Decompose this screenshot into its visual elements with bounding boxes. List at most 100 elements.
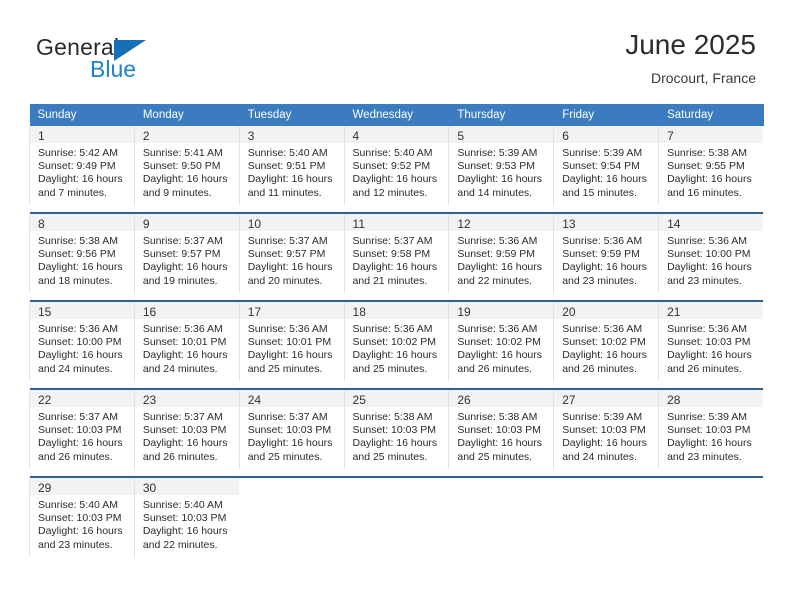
day-number: 29 [30,478,134,495]
day-cell[interactable]: 23 Sunrise: 5:37 AM Sunset: 10:03 PM Day… [133,390,240,469]
daylight-text-line2: and 26 minutes. [562,362,637,375]
day-number: 23 [134,390,239,407]
sunrise-text: Sunrise: 5:39 AM [457,147,538,159]
day-number: 2 [134,126,239,143]
day-number: 3 [239,126,344,143]
day-number: 14 [659,214,764,231]
day-details: Sunrise: 5:36 AM Sunset: 9:59 PM Dayligh… [554,231,658,293]
day-cell[interactable]: 18 Sunrise: 5:36 AM Sunset: 10:02 PM Day… [343,302,449,381]
day-cell[interactable]: 9 Sunrise: 5:37 AM Sunset: 9:57 PM Dayli… [133,214,240,293]
day-cell[interactable]: 1 Sunrise: 5:42 AM Sunset: 9:49 PM Dayli… [29,126,135,205]
sunrise-text: Sunrise: 5:40 AM [247,147,328,159]
calendar-body: 1 Sunrise: 5:42 AM Sunset: 9:49 PM Dayli… [29,126,764,557]
sunrise-text: Sunrise: 5:39 AM [562,411,643,423]
sunrise-text: Sunrise: 5:42 AM [38,147,118,159]
day-number: 18 [344,302,449,319]
sunrise-text: Sunrise: 5:40 AM [142,499,223,511]
daylight-text-line2: and 26 minutes. [142,450,218,463]
daylight-text-line2: and 11 minutes. [247,186,322,199]
daylight-text-line2: and 25 minutes. [457,450,533,463]
day-cell[interactable]: 11 Sunrise: 5:37 AM Sunset: 9:58 PM Dayl… [343,214,449,293]
day-cell[interactable]: 6 Sunrise: 5:39 AM Sunset: 9:54 PM Dayli… [553,126,659,205]
sunset-text: Sunset: 9:57 PM [247,248,326,261]
sunrise-text: Sunrise: 5:41 AM [142,147,223,159]
day-cell[interactable]: 22 Sunrise: 5:37 AM Sunset: 10:03 PM Day… [29,390,135,469]
daylight-text-line2: and 19 minutes. [142,274,218,287]
sunset-text: Sunset: 10:01 PM [247,336,332,349]
sunset-text: Sunset: 9:55 PM [667,160,745,173]
day-cell[interactable]: 20 Sunrise: 5:36 AM Sunset: 10:02 PM Day… [553,302,659,381]
day-number [449,478,554,495]
daylight-text-line2: and 23 minutes. [562,274,637,287]
day-cell[interactable]: 27 Sunrise: 5:39 AM Sunset: 10:03 PM Day… [553,390,659,469]
daylight-text-line2: and 15 minutes. [562,186,637,199]
sunrise-text: Sunrise: 5:36 AM [247,323,328,335]
day-number: 21 [659,302,764,319]
day-details: Sunrise: 5:38 AM Sunset: 10:03 PM Daylig… [449,407,553,469]
sunset-text: Sunset: 9:59 PM [457,248,536,261]
day-cell[interactable]: 14 Sunrise: 5:36 AM Sunset: 10:00 PM Day… [658,214,764,293]
sunrise-text: Sunrise: 5:37 AM [142,411,223,423]
daylight-text-line2: and 18 minutes. [38,274,113,287]
day-cell[interactable]: 12 Sunrise: 5:36 AM Sunset: 9:59 PM Dayl… [448,214,554,293]
day-cell-empty [658,478,764,557]
day-details [659,495,763,557]
day-cell[interactable]: 25 Sunrise: 5:38 AM Sunset: 10:03 PM Day… [343,390,449,469]
daylight-text-line2: and 24 minutes. [142,362,218,375]
day-cell[interactable]: 19 Sunrise: 5:36 AM Sunset: 10:02 PM Day… [448,302,554,381]
day-cell[interactable]: 28 Sunrise: 5:39 AM Sunset: 10:03 PM Day… [658,390,764,469]
sunset-text: Sunset: 10:03 PM [38,512,122,525]
day-cell[interactable]: 26 Sunrise: 5:38 AM Sunset: 10:03 PM Day… [448,390,554,469]
sunrise-text: Sunrise: 5:37 AM [247,235,328,247]
daylight-text-line2: and 26 minutes. [667,362,742,375]
day-cell[interactable]: 5 Sunrise: 5:39 AM Sunset: 9:53 PM Dayli… [448,126,554,205]
daylight-text-line1: Daylight: 16 hours [667,349,752,362]
day-cell[interactable]: 21 Sunrise: 5:36 AM Sunset: 10:03 PM Day… [658,302,764,381]
daylight-text-line2: and 25 minutes. [352,450,428,463]
day-details [240,495,344,557]
day-cell[interactable]: 29 Sunrise: 5:40 AM Sunset: 10:03 PM Day… [29,478,135,557]
daylight-text-line1: Daylight: 16 hours [38,437,123,450]
day-number: 15 [30,302,134,319]
sunset-text: Sunset: 9:56 PM [38,248,116,261]
day-details [554,495,658,557]
day-cell[interactable]: 3 Sunrise: 5:40 AM Sunset: 9:51 PM Dayli… [238,126,345,205]
logo-text-blue: Blue [90,56,137,82]
sunrise-text: Sunrise: 5:36 AM [352,323,433,335]
day-cell[interactable]: 30 Sunrise: 5:40 AM Sunset: 10:03 PM Day… [133,478,240,557]
day-number: 1 [30,126,134,143]
sunset-text: Sunset: 10:03 PM [667,336,751,349]
sunrise-text: Sunrise: 5:38 AM [38,235,118,247]
day-cell[interactable]: 16 Sunrise: 5:36 AM Sunset: 10:01 PM Day… [133,302,240,381]
daylight-text-line1: Daylight: 16 hours [457,437,543,450]
sunset-text: Sunset: 10:03 PM [142,424,227,437]
title-block: June 2025 Drocourt, France [625,28,756,88]
sunrise-text: Sunrise: 5:39 AM [667,411,748,423]
day-number: 6 [554,126,659,143]
day-details: Sunrise: 5:39 AM Sunset: 9:54 PM Dayligh… [554,143,658,205]
day-cell[interactable]: 17 Sunrise: 5:36 AM Sunset: 10:01 PM Day… [238,302,345,381]
day-cell[interactable]: 8 Sunrise: 5:38 AM Sunset: 9:56 PM Dayli… [29,214,135,293]
calendar-week-row: 15 Sunrise: 5:36 AM Sunset: 10:00 PM Day… [29,302,764,381]
day-cell[interactable]: 10 Sunrise: 5:37 AM Sunset: 9:57 PM Dayl… [238,214,345,293]
day-cell[interactable]: 2 Sunrise: 5:41 AM Sunset: 9:50 PM Dayli… [133,126,240,205]
day-cell[interactable]: 24 Sunrise: 5:37 AM Sunset: 10:03 PM Day… [238,390,345,469]
weekday-header-row: Sunday Monday Tuesday Wednesday Thursday… [29,104,764,126]
sunrise-text: Sunrise: 5:38 AM [457,411,538,423]
general-blue-logo[interactable]: General Blue [36,34,256,90]
day-cell[interactable]: 13 Sunrise: 5:36 AM Sunset: 9:59 PM Dayl… [553,214,659,293]
sunrise-text: Sunrise: 5:36 AM [457,235,538,247]
day-details: Sunrise: 5:40 AM Sunset: 10:03 PM Daylig… [30,495,134,557]
day-cell[interactable]: 4 Sunrise: 5:40 AM Sunset: 9:52 PM Dayli… [343,126,449,205]
day-cell[interactable]: 7 Sunrise: 5:38 AM Sunset: 9:55 PM Dayli… [658,126,764,205]
day-cell[interactable]: 15 Sunrise: 5:36 AM Sunset: 10:00 PM Day… [29,302,135,381]
day-details: Sunrise: 5:37 AM Sunset: 9:57 PM Dayligh… [240,231,344,293]
sunset-text: Sunset: 10:03 PM [667,424,751,437]
day-details: Sunrise: 5:36 AM Sunset: 10:02 PM Daylig… [345,319,449,381]
day-number: 5 [449,126,554,143]
daylight-text-line1: Daylight: 16 hours [667,173,752,186]
sunrise-text: Sunrise: 5:37 AM [142,235,223,247]
day-number [239,478,344,495]
sunrise-text: Sunrise: 5:38 AM [352,411,433,423]
day-number: 30 [134,478,239,495]
